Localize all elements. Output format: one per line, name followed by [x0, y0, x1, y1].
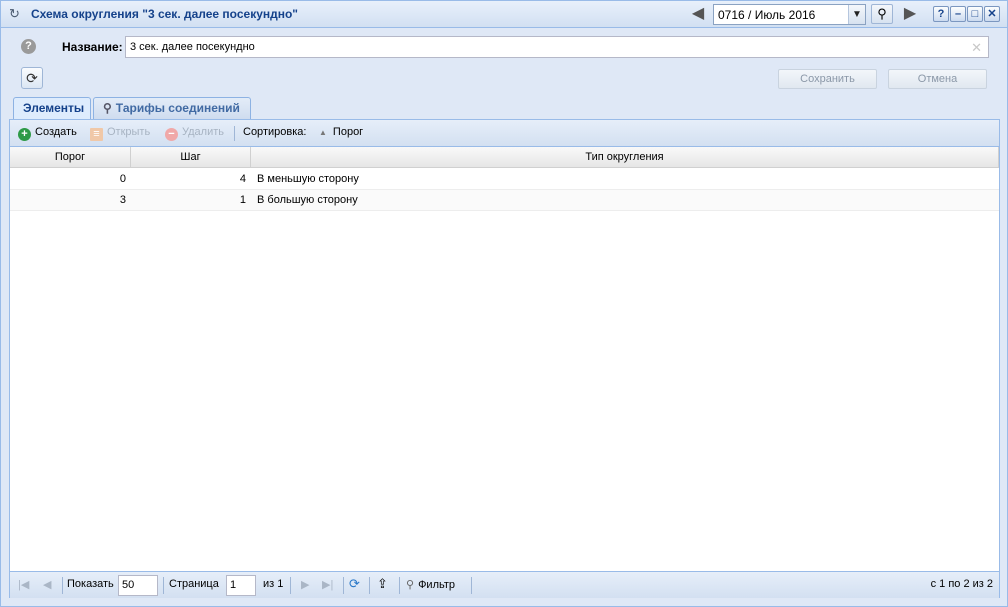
filter-label: Фильтр: [418, 579, 456, 591]
tab-strip: Элементы ⚲ Тарифы соединений: [9, 97, 999, 120]
help-button[interactable]: ?: [933, 6, 949, 22]
page-size-input[interactable]: 50: [118, 575, 158, 596]
save-button[interactable]: Сохранить: [778, 69, 877, 89]
tab-elements[interactable]: Элементы: [13, 97, 91, 120]
reload-icon[interactable]: ⟳: [349, 576, 360, 592]
tab-tariffs-label: Тарифы соединений: [115, 101, 240, 115]
window-title: Схема округления "3 сек. далее посекундн…: [31, 7, 298, 21]
next-period-icon[interactable]: ▶: [899, 4, 921, 24]
chevron-down-icon[interactable]: ▼: [848, 5, 865, 24]
column-threshold[interactable]: Порог: [10, 147, 131, 168]
pager-separator: [62, 577, 63, 594]
grid-header: Порог Шаг Тип округления: [10, 147, 999, 168]
name-value: 3 сек. далее посекундно: [130, 41, 255, 53]
prev-period-icon[interactable]: ◀: [687, 4, 709, 24]
sort-asc-icon: ▲: [319, 128, 327, 137]
export-icon[interactable]: ⇪: [377, 576, 388, 592]
window-titlebar: ↻ Схема округления "3 сек. далее посекун…: [1, 1, 1007, 28]
sort-field-label: Порог: [332, 126, 364, 138]
page-count-label: из 1: [263, 578, 284, 590]
show-label: Показать: [67, 578, 114, 590]
tab-connection-tariffs[interactable]: ⚲ Тарифы соединений: [93, 97, 251, 119]
column-step[interactable]: Шаг: [131, 147, 251, 168]
first-page-icon[interactable]: |◀: [18, 578, 29, 591]
cell-threshold: 0: [119, 173, 126, 185]
pager-separator: [399, 577, 400, 594]
close-button[interactable]: ✕: [984, 6, 1000, 22]
delete-button[interactable]: − Удалить: [165, 126, 224, 141]
page-number-input[interactable]: 1: [226, 575, 256, 596]
cell-rounding-type: В большую сторону: [257, 194, 358, 206]
add-icon: +: [18, 128, 31, 141]
minimize-button[interactable]: –: [950, 6, 966, 22]
sort-threshold-button[interactable]: ▲ Порог: [319, 126, 363, 138]
open-button[interactable]: ≡ Открыть: [90, 126, 150, 141]
cell-step: 1: [239, 194, 246, 206]
record-summary: с 1 по 2 из 2: [930, 578, 993, 590]
clear-icon[interactable]: ✕: [971, 40, 982, 56]
delete-icon: −: [165, 128, 178, 141]
filter-button[interactable]: ⚲ Фильтр: [406, 578, 455, 591]
pager-separator: [343, 577, 344, 594]
paging-toolbar: |◀ ◀ Показать 50 Страница 1 из 1 ▶ ▶| ⟳ …: [10, 571, 999, 598]
delete-label: Удалить: [182, 126, 224, 138]
cell-rounding-type: В меньшую сторону: [257, 173, 359, 185]
create-button[interactable]: + Создать: [18, 126, 77, 141]
prev-page-icon[interactable]: ◀: [43, 578, 51, 591]
table-row[interactable]: 3 1 В большую сторону: [10, 190, 999, 211]
grid-toolbar: + Создать ≡ Открыть − Удалить Сортировка: ▲…: [10, 120, 999, 147]
pager-separator: [369, 577, 370, 594]
cell-step: 4: [239, 173, 246, 185]
period-select[interactable]: 0716 / Июль 2016 ▼: [713, 4, 866, 25]
rounding-scheme-icon: ↻: [9, 6, 20, 21]
cancel-button[interactable]: Отмена: [888, 69, 987, 89]
next-page-icon[interactable]: ▶: [301, 578, 309, 591]
page-label: Страница: [169, 578, 219, 590]
last-page-icon[interactable]: ▶|: [322, 578, 333, 591]
period-value: 0716 / Июль 2016: [718, 8, 816, 22]
name-label: Название:: [62, 40, 123, 54]
name-field[interactable]: 3 сек. далее посекундно ✕: [125, 36, 989, 58]
question-icon[interactable]: ?: [21, 39, 36, 54]
open-document-icon: ≡: [90, 128, 103, 141]
column-rounding-type[interactable]: Тип округления: [251, 147, 999, 168]
cell-threshold: 3: [119, 194, 126, 206]
sort-label: Сортировка:: [243, 126, 307, 138]
tab-elements-label: Элементы: [23, 101, 85, 115]
elements-grid-panel: + Создать ≡ Открыть − Удалить Сортировка: ▲…: [9, 119, 1000, 598]
tariff-tree-icon: ⚲: [103, 101, 112, 115]
refresh-button[interactable]: ⟳: [21, 67, 43, 89]
pager-separator: [471, 577, 472, 594]
search-icon[interactable]: ⚲: [871, 4, 893, 24]
pager-separator: [163, 577, 164, 594]
rounding-scheme-window: ↻ Схема округления "3 сек. далее посекун…: [0, 0, 1008, 607]
maximize-button[interactable]: □: [967, 6, 983, 22]
table-row[interactable]: 0 4 В меньшую сторону: [10, 169, 999, 190]
open-label: Открыть: [107, 126, 151, 138]
pager-separator: [290, 577, 291, 594]
toolbar-separator: [234, 126, 235, 141]
refresh-icon: ⟳: [26, 70, 38, 86]
create-label: Создать: [35, 126, 77, 138]
filter-icon: ⚲: [406, 579, 415, 591]
